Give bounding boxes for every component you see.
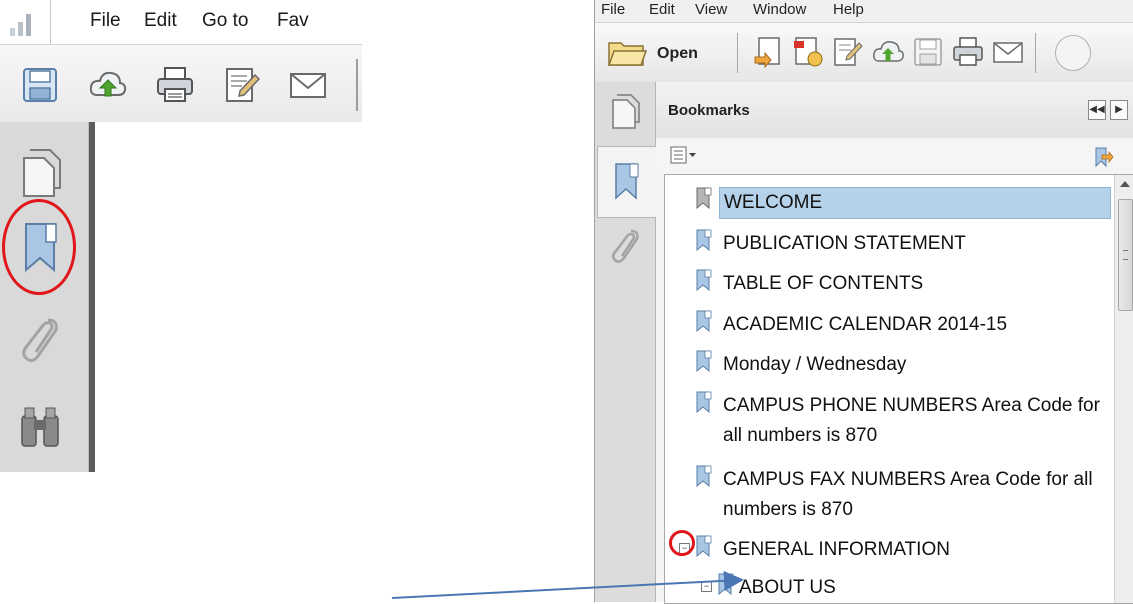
bookmark-icon — [696, 350, 712, 372]
print-icon[interactable] — [951, 35, 985, 69]
right-menubar: File Edit View Window Help — [595, 0, 1133, 22]
cloud-upload-icon[interactable] — [88, 65, 128, 105]
left-toolbar — [0, 44, 362, 124]
mail-icon[interactable] — [288, 65, 328, 105]
menu-file[interactable]: File — [90, 10, 121, 32]
bookmark-label: GENERAL INFORMATION — [723, 539, 950, 560]
bookmark-icon — [696, 391, 712, 413]
bookmark-label: ACADEMIC CALENDAR 2014-15 — [723, 314, 1008, 335]
menu-goto[interactable]: Go to — [202, 10, 248, 32]
expand-bookmark-icon[interactable] — [1092, 146, 1114, 168]
left-screenshot: File Edit Go to Fav — [0, 0, 362, 472]
bookmarks-icon — [615, 163, 639, 200]
save-icon[interactable] — [20, 65, 60, 105]
bookmark-label: PUBLICATION STATEMENT — [723, 233, 966, 254]
menu-view[interactable]: View — [695, 1, 727, 18]
options-menu-icon[interactable] — [670, 146, 698, 164]
attachments-icon[interactable] — [14, 312, 66, 366]
create-icon[interactable] — [751, 35, 785, 69]
bookmark-gray-icon — [696, 187, 712, 209]
bookmark-item[interactable]: − GENERAL INFORMATION — [665, 533, 1111, 565]
bookmark-item[interactable]: ACADEMIC CALENDAR 2014-15 — [665, 308, 1111, 340]
bookmarks-title: Bookmarks — [668, 102, 750, 119]
pages-icon[interactable] — [607, 92, 643, 132]
attachments-icon[interactable] — [607, 226, 643, 266]
bookmark-label: CAMPUS PHONE NUMBERS Area Code for all n… — [723, 395, 1100, 446]
bookmarks-scrollbar[interactable] — [1114, 175, 1133, 603]
bookmarks-panel: Bookmarks ◀◀ ▶ WELCOME PUBLICATION STATE… — [656, 82, 1133, 604]
export-icon[interactable] — [791, 35, 825, 69]
bookmark-label: ABOUT US — [739, 577, 836, 598]
right-toolbar: Open — [595, 22, 1133, 84]
save-icon[interactable] — [911, 35, 945, 69]
toolbar-separator — [356, 59, 358, 111]
pages-icon[interactable] — [14, 146, 66, 200]
bookmark-icon — [696, 535, 712, 557]
bookmark-icon — [718, 573, 734, 595]
bookmark-item[interactable]: WELCOME — [665, 185, 1111, 219]
app-logo-icon — [10, 14, 31, 36]
menu-help[interactable]: Help — [833, 1, 864, 18]
bookmark-item[interactable]: PUBLICATION STATEMENT — [665, 227, 1111, 259]
scroll-up-arrow-icon[interactable] — [1120, 181, 1130, 187]
collapse-toggle[interactable]: − — [701, 581, 712, 592]
bookmark-icon — [696, 229, 712, 251]
menu-favorites[interactable]: Fav — [277, 10, 309, 32]
bookmark-item[interactable]: TABLE OF CONTENTS — [665, 267, 1111, 299]
cloud-upload-icon[interactable] — [871, 35, 905, 69]
bookmark-label: CAMPUS FAX NUMBERS Area Code for all num… — [723, 469, 1093, 520]
bookmark-item[interactable]: Monday / Wednesday — [665, 348, 1111, 380]
edit-icon[interactable] — [831, 35, 865, 69]
bookmarks-header: Bookmarks ◀◀ ▶ — [656, 82, 1133, 139]
search-binoculars-icon[interactable] — [14, 400, 66, 454]
mail-icon[interactable] — [991, 35, 1025, 69]
collapse-panel-button[interactable]: ◀◀ — [1088, 100, 1106, 120]
menu-window[interactable]: Window — [753, 1, 806, 18]
bookmark-item[interactable]: − ABOUT US — [665, 571, 1111, 603]
bookmark-item[interactable]: CAMPUS PHONE NUMBERS Area Code for all n… — [665, 389, 1111, 453]
left-menubar: File Edit Go to Fav — [0, 0, 362, 44]
toolbar-separator — [737, 33, 738, 73]
expand-panel-button[interactable]: ▶ — [1110, 100, 1128, 120]
navigation-pane-tabs — [595, 82, 656, 602]
bookmarks-tree: WELCOME PUBLICATION STATEMENT TABLE OF C… — [664, 174, 1133, 604]
open-button-label: Open — [657, 45, 698, 62]
edit-icon[interactable] — [222, 65, 262, 105]
menu-edit[interactable]: Edit — [649, 1, 675, 18]
document-viewer-area — [95, 122, 362, 472]
menu-edit[interactable]: Edit — [144, 10, 177, 32]
menubar-divider — [50, 0, 51, 44]
scrollbar-grip-icon — [1123, 250, 1128, 260]
partial-toolbar-button[interactable] — [1055, 35, 1091, 71]
left-navigation-sidebar — [0, 122, 89, 472]
bookmark-icon — [696, 465, 712, 487]
print-icon[interactable] — [155, 65, 195, 105]
bookmark-label: TABLE OF CONTENTS — [723, 273, 924, 294]
bookmarks-toolbar — [656, 138, 1133, 174]
open-button[interactable]: Open — [607, 35, 727, 71]
bookmark-icon — [696, 269, 712, 291]
bookmarks-tab[interactable] — [597, 146, 656, 218]
bookmark-icon — [696, 310, 712, 332]
toolbar-separator — [1035, 33, 1036, 73]
bookmark-label: WELCOME — [719, 187, 1111, 219]
folder-icon — [607, 42, 647, 66]
annotation-circle-bookmarks — [2, 199, 76, 295]
bookmark-label: Monday / Wednesday — [723, 354, 907, 375]
menu-file[interactable]: File — [601, 1, 625, 18]
annotation-circle-collapse — [669, 530, 695, 556]
bookmark-item[interactable]: CAMPUS FAX NUMBERS Area Code for all num… — [665, 463, 1111, 527]
scrollbar-thumb[interactable] — [1118, 199, 1133, 311]
right-screenshot: File Edit View Window Help Open Bookmark… — [594, 0, 1133, 604]
